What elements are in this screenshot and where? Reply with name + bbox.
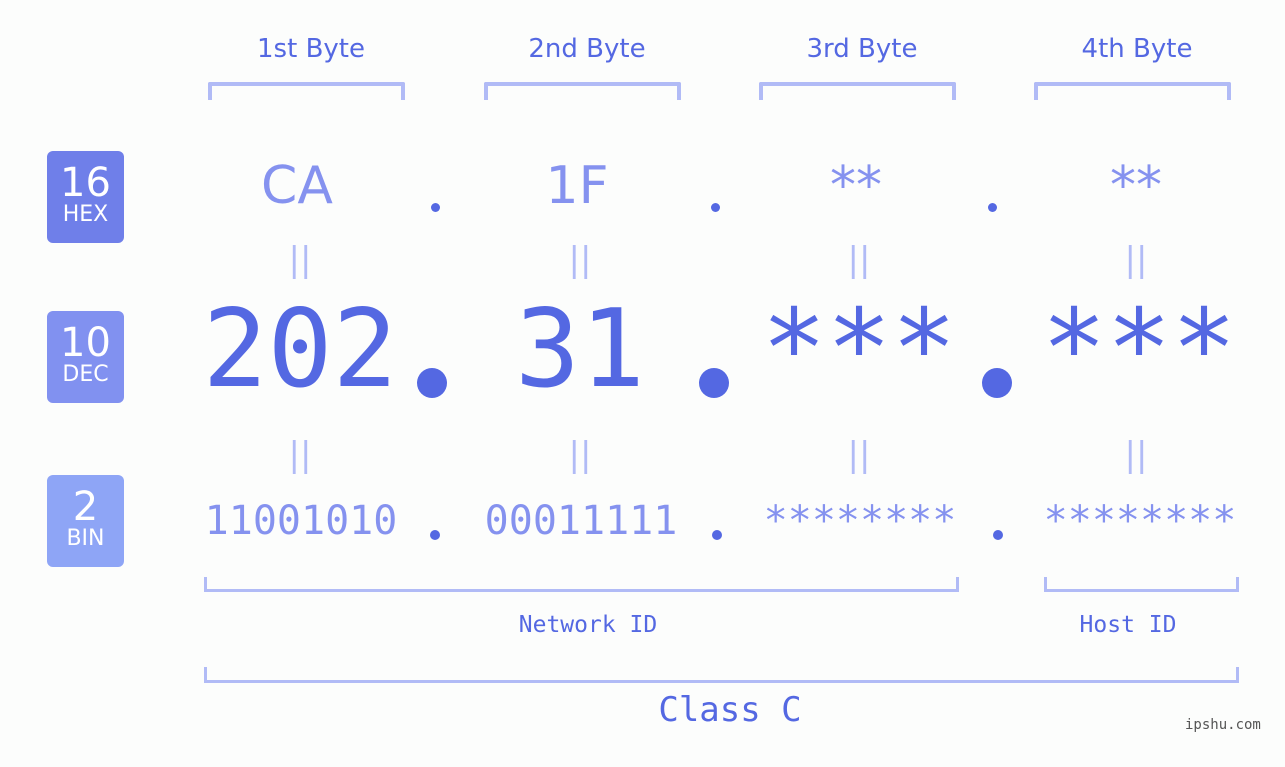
host-id-bracket (1044, 577, 1239, 592)
equals-icon: || (847, 435, 871, 475)
host-id-label: Host ID (1079, 612, 1177, 638)
byte-bracket-3 (759, 82, 956, 100)
hex-value-2: 1F (545, 156, 609, 216)
equals-icon: || (288, 435, 312, 475)
bin-badge-number: 2 (72, 484, 99, 530)
hex-separator-dot-2 (711, 203, 720, 212)
equals-icon: || (1124, 435, 1148, 475)
hex-badge-label: HEX (62, 202, 109, 227)
dec-value-4: *** (1041, 287, 1237, 412)
dec-separator-dot-2 (699, 368, 729, 398)
class-label: Class C (658, 690, 802, 730)
network-id-bracket (204, 577, 959, 592)
byte-header-3: 3rd Byte (806, 34, 918, 64)
dec-value-3: *** (761, 287, 957, 412)
watermark: ipshu.com (1185, 717, 1261, 733)
dec-badge-label: DEC (62, 362, 109, 387)
dec-separator-dot-3 (982, 368, 1012, 398)
equals-icon: || (288, 240, 312, 280)
bin-badge-label: BIN (66, 526, 105, 551)
bin-value-2: 00011111 (484, 498, 678, 544)
dec-separator-dot-1 (417, 368, 447, 398)
hex-separator-dot-3 (988, 203, 997, 212)
byte-bracket-2 (484, 82, 681, 100)
hex-value-3: ** (830, 156, 882, 216)
byte-bracket-4 (1034, 82, 1231, 100)
byte-header-2: 2nd Byte (528, 34, 646, 64)
bin-value-4: ******** (1043, 498, 1237, 544)
equals-icon: || (568, 240, 592, 280)
equals-icon: || (847, 240, 871, 280)
byte-header-1: 1st Byte (257, 34, 365, 64)
hex-separator-dot-1 (431, 203, 440, 212)
equals-icon: || (1124, 240, 1148, 280)
hex-value-1: CA (261, 156, 333, 216)
dec-value-2: 31 (514, 287, 646, 412)
hex-value-4: ** (1110, 156, 1162, 216)
class-bracket (204, 667, 1239, 683)
bin-value-3: ******** (763, 498, 957, 544)
equals-icon: || (568, 435, 592, 475)
bin-separator-dot-3 (993, 530, 1003, 540)
hex-badge-number: 16 (60, 160, 111, 206)
dec-value-1: 202 (202, 287, 398, 412)
dec-badge: 10 DEC (47, 311, 124, 403)
bin-value-1: 11001010 (204, 498, 398, 544)
hex-badge: 16 HEX (47, 151, 124, 243)
bin-badge: 2 BIN (47, 475, 124, 567)
bin-separator-dot-2 (712, 530, 722, 540)
bin-separator-dot-1 (430, 530, 440, 540)
network-id-label: Network ID (518, 612, 658, 638)
byte-header-4: 4th Byte (1081, 34, 1193, 64)
dec-badge-number: 10 (60, 320, 111, 366)
byte-bracket-1 (208, 82, 405, 100)
